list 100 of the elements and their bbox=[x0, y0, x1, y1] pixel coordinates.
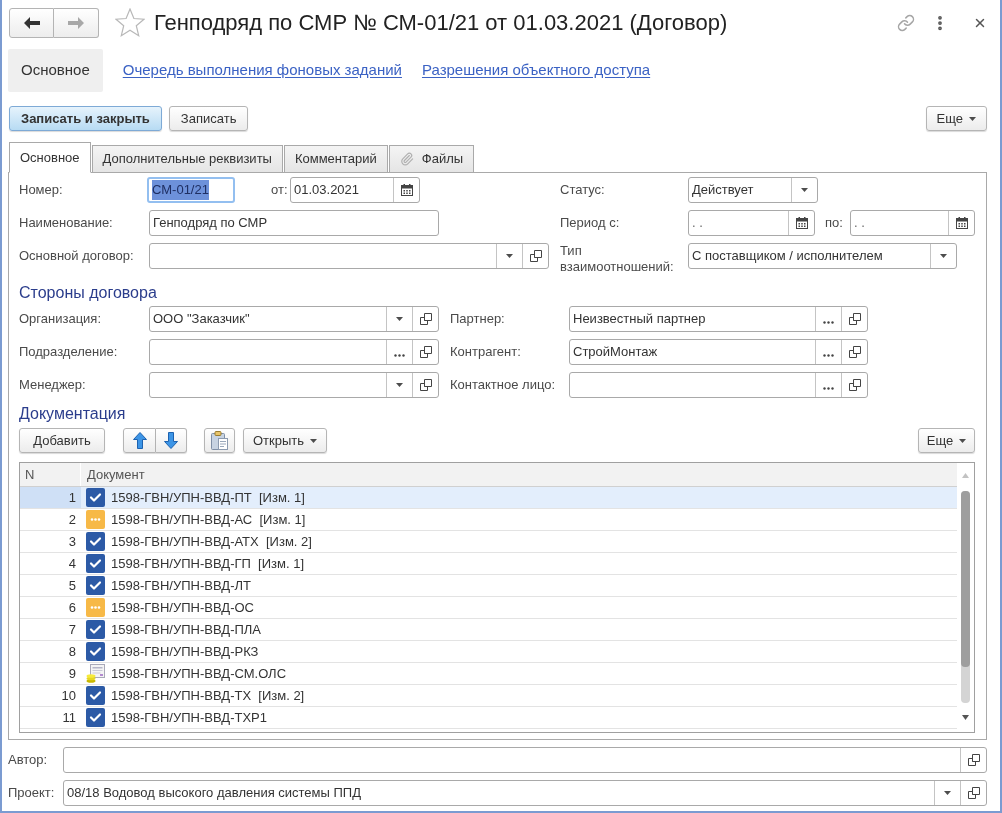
nav-link[interactable]: Разрешения объектного доступа bbox=[421, 59, 651, 82]
field-label: Проект: bbox=[8, 784, 56, 803]
caret-icon bbox=[969, 116, 976, 121]
caret-icon bbox=[940, 254, 947, 258]
checkbox-icon bbox=[86, 686, 105, 705]
calendar-icon bbox=[955, 217, 968, 229]
field-label: Статус: bbox=[560, 181, 606, 200]
row-number: 5 bbox=[67, 576, 77, 595]
table-row[interactable]: 2 1598-ГВН/УПН-ВВД-АС [Изм. 1] bbox=[20, 509, 957, 531]
choice-field[interactable]: Неизвестный партнер bbox=[569, 306, 868, 332]
nav-link[interactable]: Очередь выполнения фоновых заданий bbox=[122, 59, 402, 82]
checkbox-icon bbox=[86, 554, 105, 573]
row-number: 10 bbox=[60, 686, 77, 705]
field-label: Наименование: bbox=[19, 214, 114, 233]
choice-field[interactable]: СтройМонтаж bbox=[569, 339, 868, 365]
pending-icon bbox=[86, 510, 105, 529]
table-row[interactable]: 9 1598-ГВН/УПН-ВВД-СМ.ОЛС bbox=[20, 663, 957, 685]
caret-icon bbox=[396, 383, 403, 387]
scrollbar-thumb[interactable] bbox=[961, 491, 970, 667]
caret-icon bbox=[310, 438, 318, 443]
column-header: N bbox=[20, 463, 81, 486]
row-number: 8 bbox=[67, 642, 77, 661]
window-title: Генподряд по СМР № СМ-01/21 от 01.03.2021 (Договор) bbox=[154, 9, 728, 36]
open-window-icon bbox=[419, 313, 432, 325]
paste-button[interactable] bbox=[204, 428, 235, 453]
field-label: Тип взаимоотношений: bbox=[560, 243, 675, 275]
name-field[interactable]: Генподряд по СМР bbox=[149, 210, 439, 236]
field-label: Менеджер: bbox=[19, 376, 87, 395]
open-menu-button[interactable]: Открыть bbox=[243, 428, 327, 453]
open-window-icon bbox=[967, 787, 980, 799]
table-row[interactable]: 4 1598-ГВН/УПН-ВВД-ГП [Изм. 1] bbox=[20, 553, 957, 575]
open-window-icon bbox=[419, 379, 432, 391]
document-coins-icon bbox=[86, 664, 105, 683]
tab[interactable]: Комментарий bbox=[283, 145, 388, 173]
move-up-button[interactable] bbox=[123, 428, 156, 453]
link-icon[interactable] bbox=[897, 13, 915, 32]
choice-field[interactable] bbox=[569, 372, 868, 398]
move-down-button[interactable] bbox=[156, 428, 187, 453]
table-row[interactable]: 5 1598-ГВН/УПН-ВВД-ЛТ bbox=[20, 575, 957, 597]
ellipsis-icon bbox=[394, 353, 405, 357]
column-header: Документ bbox=[86, 465, 145, 484]
checkbox-icon bbox=[86, 576, 105, 595]
table-row[interactable]: 7 1598-ГВН/УПН-ВВД-ПЛА bbox=[20, 619, 957, 641]
open-window-icon bbox=[848, 379, 861, 391]
table-row[interactable]: 6 1598-ГВН/УПН-ВВД-ОС bbox=[20, 597, 957, 619]
pending-icon bbox=[86, 598, 105, 617]
document-name: 1598-ГВН/УПН-ВВД-АС [Изм. 1] bbox=[111, 510, 306, 529]
nav-link[interactable]: Основное bbox=[8, 49, 103, 92]
base-contract-field[interactable] bbox=[149, 243, 549, 269]
checkbox-icon bbox=[86, 620, 105, 639]
author-field[interactable] bbox=[63, 747, 987, 773]
table-row[interactable]: 10 1598-ГВН/УПН-ВВД-ТХ [Изм. 2] bbox=[20, 685, 957, 707]
caret-icon bbox=[959, 438, 967, 443]
period-start-field[interactable]: . . bbox=[688, 210, 815, 236]
ellipsis-icon bbox=[823, 353, 834, 357]
table-row[interactable]: 8 1598-ГВН/УПН-ВВД-РКЗ bbox=[20, 641, 957, 663]
table-row[interactable]: 3 1598-ГВН/УПН-ВВД-АТХ [Изм. 2] bbox=[20, 531, 957, 553]
dropdown-field[interactable] bbox=[149, 372, 439, 398]
add-button[interactable]: Добавить bbox=[19, 428, 105, 453]
document-name: 1598-ГВН/УПН-ВВД-ТХР1 bbox=[111, 708, 267, 727]
status-select[interactable]: Действует bbox=[688, 177, 818, 203]
open-window-icon bbox=[419, 346, 432, 358]
choice-field[interactable] bbox=[149, 339, 439, 365]
row-number: 6 bbox=[67, 598, 77, 617]
tab[interactable]: Основное bbox=[9, 142, 91, 173]
project-field[interactable]: 08/18 Водовод высокого давления системы ППД bbox=[63, 780, 987, 806]
field-label: Организация: bbox=[19, 310, 103, 329]
caret-icon bbox=[506, 254, 513, 258]
document-name: 1598-ГВН/УПН-ВВД-ОС bbox=[111, 598, 254, 617]
open-window-icon bbox=[529, 250, 542, 262]
save-and-close-button[interactable]: Записать и закрыть bbox=[9, 106, 162, 131]
more-button[interactable]: Еще bbox=[925, 106, 987, 131]
more-button[interactable]: Еще bbox=[918, 428, 975, 453]
relationship-type-select[interactable]: С поставщиком / исполнителем bbox=[688, 243, 957, 269]
calendar-icon bbox=[795, 217, 808, 229]
calendar-icon bbox=[400, 184, 413, 196]
ellipsis-icon bbox=[823, 320, 834, 324]
checkbox-icon bbox=[86, 642, 105, 661]
caret-icon bbox=[801, 188, 808, 192]
scroll-down-icon[interactable] bbox=[962, 715, 969, 720]
document-name: 1598-ГВН/УПН-ВВД-ПТ [Изм. 1] bbox=[111, 488, 305, 507]
tab[interactable]: Дополнительные реквизиты bbox=[91, 145, 283, 173]
star-icon[interactable] bbox=[115, 8, 145, 37]
row-number: 3 bbox=[67, 532, 77, 551]
document-name: 1598-ГВН/УПН-ВВД-ЛТ bbox=[111, 576, 251, 595]
paperclip-icon bbox=[399, 152, 414, 166]
clipboard-icon bbox=[211, 431, 228, 450]
back-button[interactable] bbox=[9, 7, 54, 38]
dropdown-field[interactable]: ООО "Заказчик" bbox=[149, 306, 439, 332]
field-label: Основной договор: bbox=[19, 247, 135, 266]
tab[interactable]: Файлы bbox=[388, 145, 475, 173]
period-end-field[interactable]: . . bbox=[850, 210, 975, 236]
number-field[interactable]: СМ-01/21 bbox=[147, 177, 235, 203]
date-field[interactable]: 01.03.2021 bbox=[290, 177, 420, 203]
checkbox-icon bbox=[86, 488, 105, 507]
table-row[interactable]: 1 1598-ГВН/УПН-ВВД-ПТ [Изм. 1] bbox=[20, 487, 957, 509]
save-button[interactable]: Записать bbox=[168, 106, 249, 131]
table-row[interactable]: 11 1598-ГВН/УПН-ВВД-ТХР1 bbox=[20, 707, 957, 729]
document-name: 1598-ГВН/УПН-ВВД-ПЛА bbox=[111, 620, 261, 639]
field-label: Номер: bbox=[19, 181, 64, 200]
